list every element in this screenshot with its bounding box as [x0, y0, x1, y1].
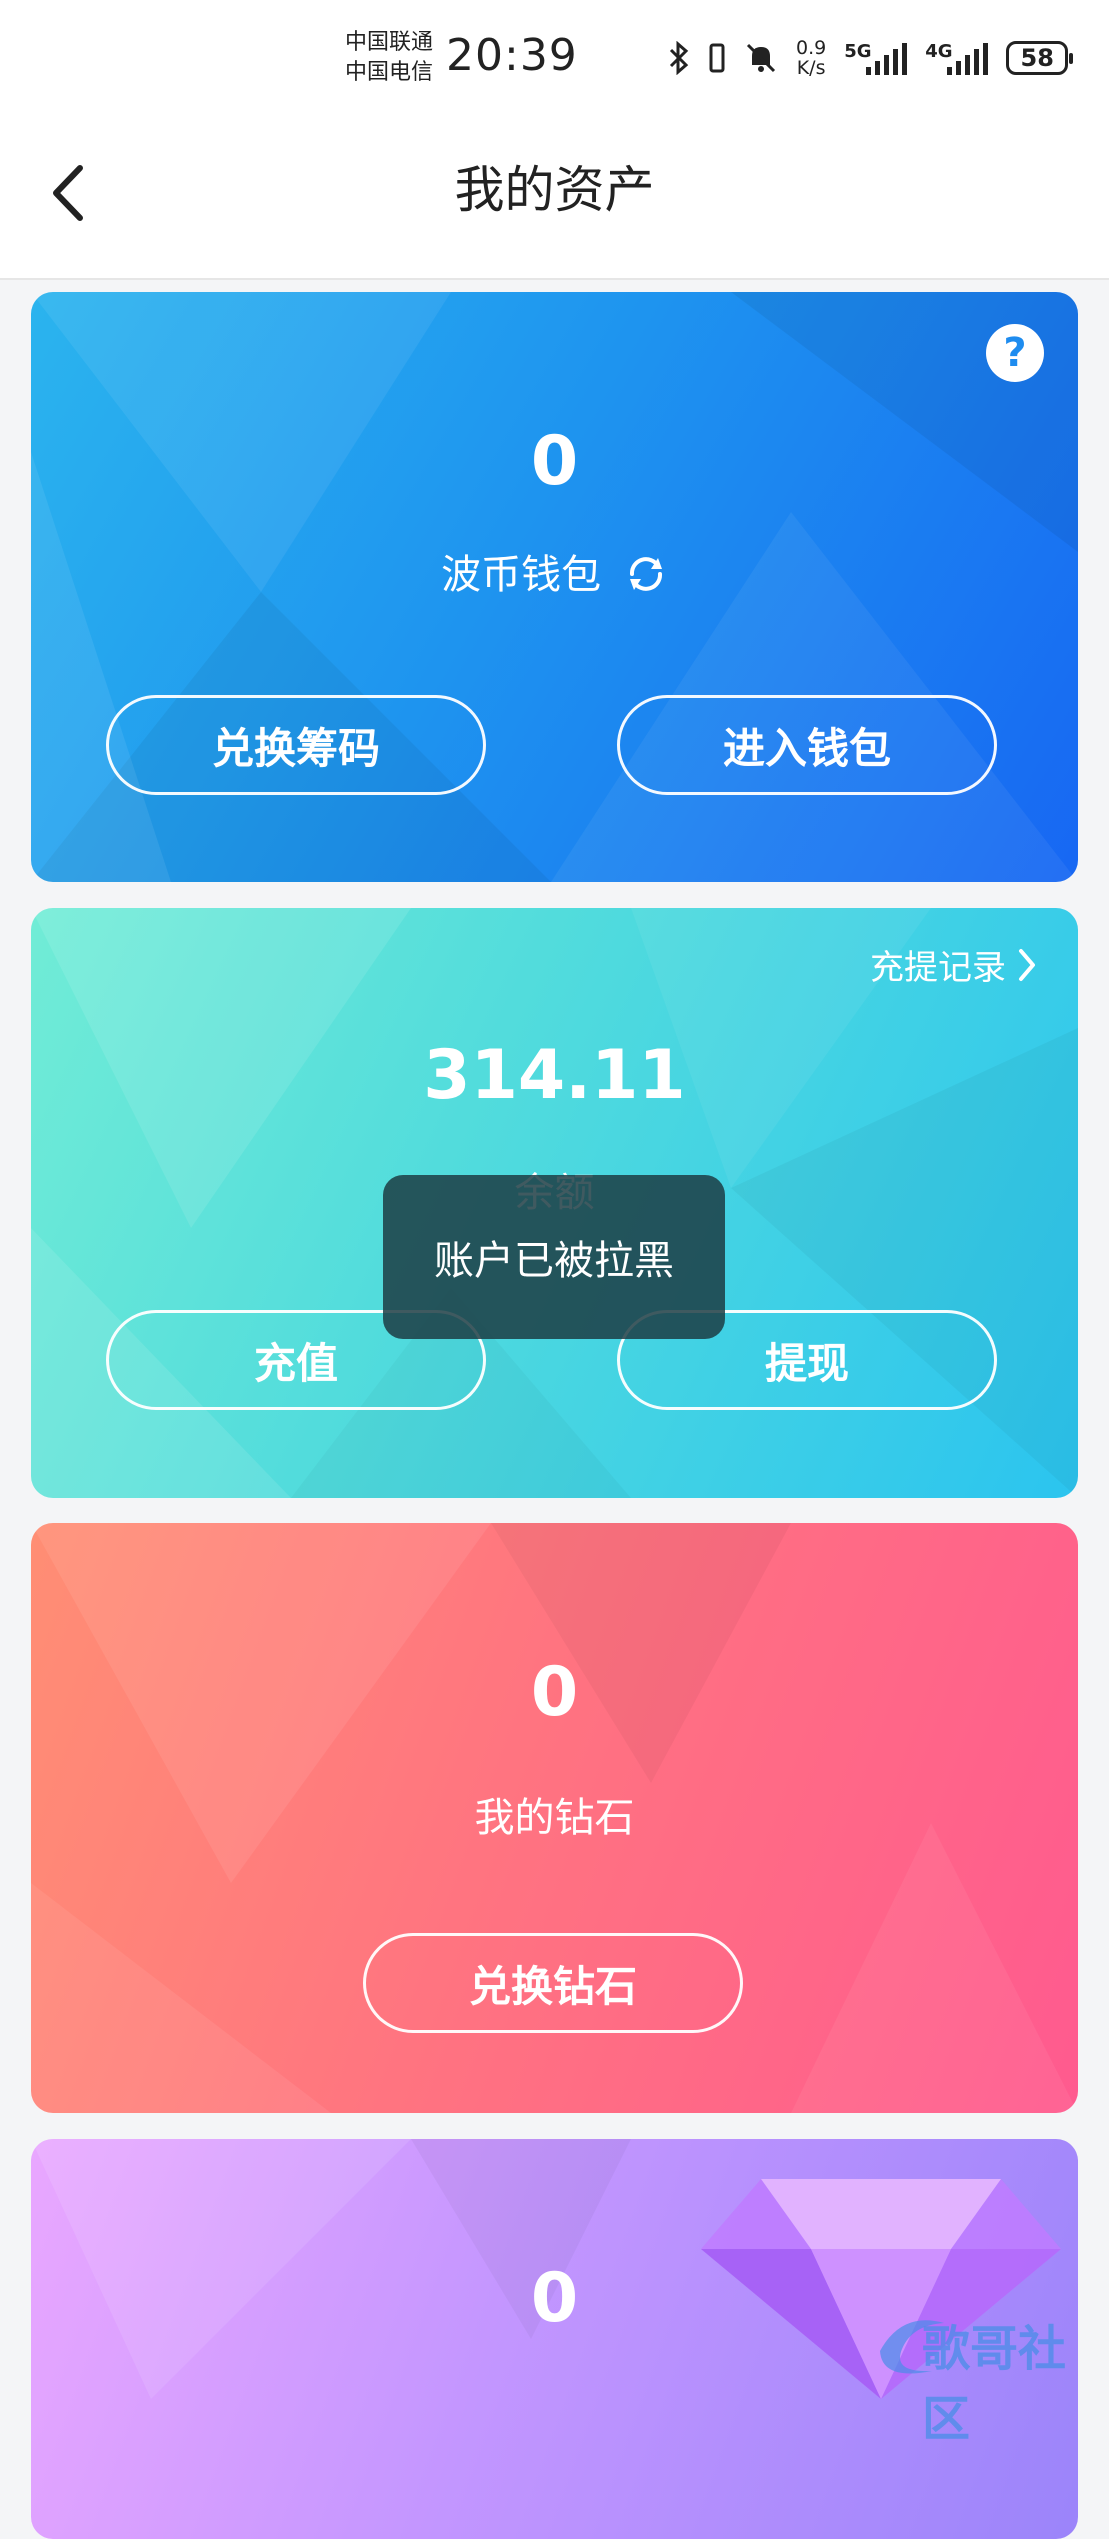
- page-title: 我的资产: [454, 161, 655, 219]
- diamonds-card: 0 我的钻石 兑换钻石: [31, 1523, 1078, 2113]
- recharge-withdraw-records-link[interactable]: 充提记录: [870, 940, 1038, 989]
- watermark-logo: 歌哥社区: [872, 2305, 1102, 2447]
- net-speed-unit: K/s: [796, 57, 826, 79]
- carrier-2: 中国电信: [345, 60, 434, 85]
- app-header: 我的资产: [0, 120, 1109, 280]
- mute-icon: [746, 43, 776, 73]
- wallet-amount: 0: [530, 422, 579, 501]
- net-speed-value: 0.9: [796, 37, 827, 59]
- diamonds-label: 我的钻石: [474, 1795, 635, 1841]
- status-icons: 0.9 K/s 5G 4G 58: [668, 36, 1074, 80]
- battery-icon: 58: [1006, 41, 1074, 75]
- wallet-label-row: 波币钱包: [31, 542, 1078, 600]
- wallet-card: ? 0 波币钱包 兑换筹码 进入钱包: [31, 292, 1078, 882]
- exchange-chips-button[interactable]: 兑换筹码: [106, 695, 486, 795]
- exchange-diamonds-button[interactable]: 兑换钻石: [363, 1933, 743, 2033]
- clock: 20:39: [446, 30, 578, 81]
- refresh-icon[interactable]: [624, 552, 668, 596]
- bluetooth-icon: [669, 41, 689, 75]
- help-icon[interactable]: ?: [986, 324, 1044, 382]
- signal-5g-label: 5G: [844, 41, 872, 62]
- vibrate-icon: [709, 43, 725, 73]
- chevron-right-icon: [1019, 948, 1035, 981]
- toast-message: 账户已被拉黑: [383, 1175, 725, 1339]
- watermark-text: 歌哥社区: [922, 2321, 1067, 2447]
- signal-4g-icon: 4G: [925, 41, 989, 75]
- wallet-label: 波币钱包: [441, 552, 602, 598]
- diamonds-amount: 0: [530, 1653, 579, 1732]
- battery-level: 58: [1020, 44, 1054, 72]
- carrier-labels: 中国联通 中国电信: [345, 28, 433, 88]
- balance-amount: 314.11: [423, 1036, 686, 1115]
- records-label: 充提记录: [870, 948, 1006, 988]
- carrier-1: 中国联通: [345, 30, 434, 55]
- enter-wallet-button[interactable]: 进入钱包: [617, 695, 997, 795]
- signal-5g-icon: 5G: [844, 41, 908, 75]
- net-speed: 0.9 K/s: [796, 38, 826, 78]
- status-bar: 中国联通 中国电信 20:39 0.9 K/s 5G 4G 58: [0, 0, 1109, 120]
- signal-4g-label: 4G: [925, 41, 953, 62]
